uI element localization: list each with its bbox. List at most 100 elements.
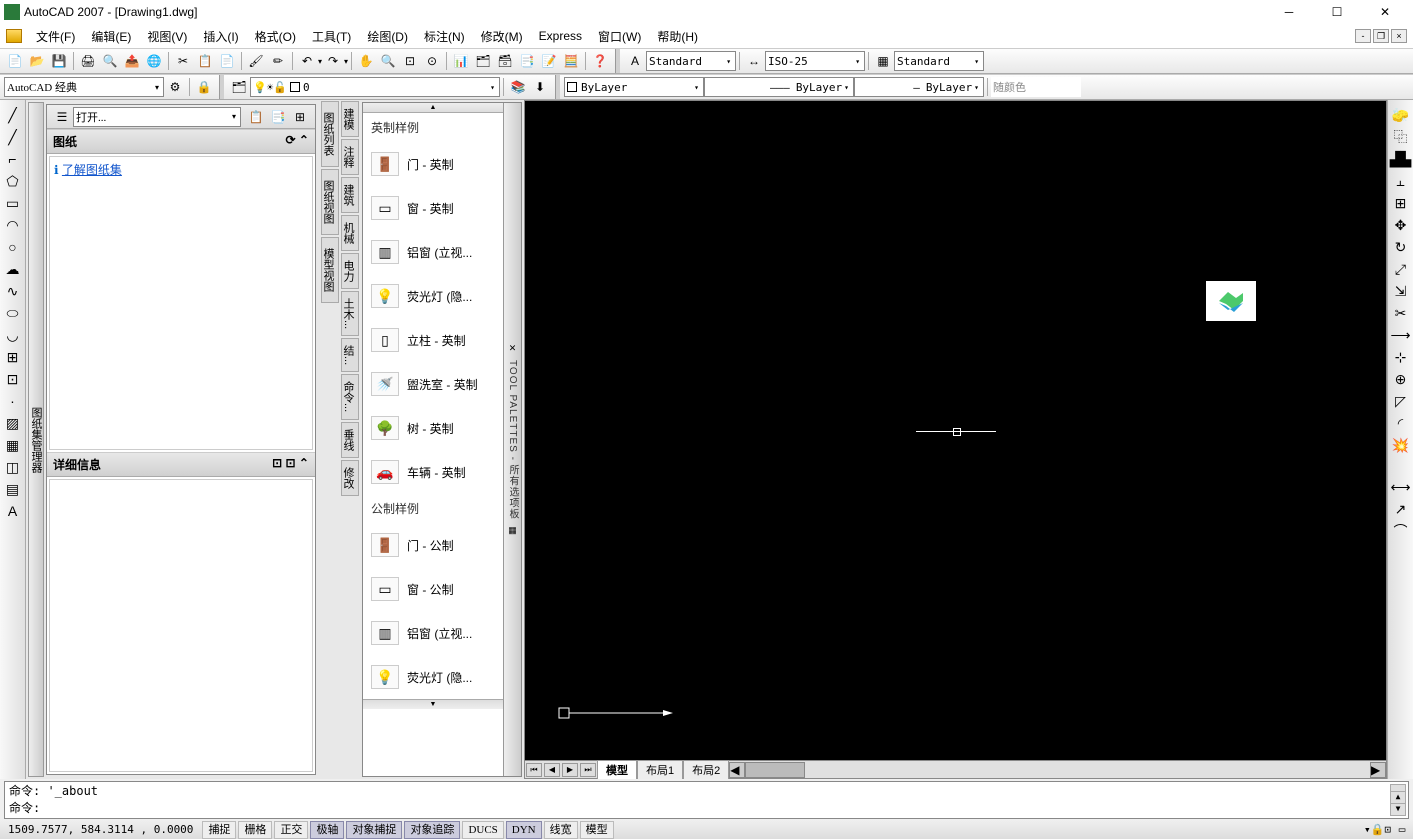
minimize-button[interactable]: ─ (1273, 2, 1305, 22)
hscroll-thumb[interactable] (745, 762, 805, 778)
dimstyle-combo[interactable]: ISO-25▾ (765, 51, 865, 71)
tp-scroll-up[interactable]: ▲ (363, 103, 503, 113)
palette-tab-9[interactable]: 修改 (341, 460, 359, 496)
palette-item[interactable]: 💡荧光灯 (隐... (363, 655, 503, 699)
match-button[interactable]: 🖌 (246, 51, 266, 71)
break-tool[interactable]: ⊹ (1391, 347, 1411, 367)
menu-format[interactable]: 格式(O) (247, 26, 304, 47)
zoom-prev-button[interactable]: ⊙ (422, 51, 442, 71)
copy-button[interactable]: 📋 (195, 51, 215, 71)
palette-item[interactable]: 🚪门 - 英制 (363, 142, 503, 186)
new-button[interactable]: 📄 (5, 51, 25, 71)
tablestyle-combo[interactable]: Standard▾ (894, 51, 984, 71)
region-tool[interactable]: ◫ (3, 457, 23, 477)
palette-tab-0[interactable]: 建模 (341, 101, 359, 137)
preview-button[interactable]: 🔍 (100, 51, 120, 71)
redo-button[interactable]: ↷ (323, 51, 343, 71)
workspace-combo[interactable]: AutoCAD 经典▾ (4, 77, 164, 97)
dimalgn-tool[interactable]: ↗ (1391, 499, 1411, 519)
undo-dropdown[interactable]: ▾ (318, 57, 322, 66)
ss-btn3[interactable]: ⊞ (290, 107, 310, 127)
menu-edit[interactable]: 编辑(E) (83, 26, 139, 47)
palette-tab-1[interactable]: 注释 (341, 139, 359, 175)
revcloud-tool[interactable]: ☁ (3, 259, 23, 279)
mtext-tool[interactable]: A (3, 501, 23, 521)
tab-model[interactable]: 模型 (597, 760, 637, 779)
status-annoscale[interactable]: ▾ (1364, 823, 1371, 836)
palette-tab-3[interactable]: 机械 (341, 215, 359, 251)
lineweight-combo[interactable]: —ByLayer▾ (854, 77, 984, 97)
command-line[interactable]: 命令: '_about 命令: ▲ ▼ (4, 781, 1409, 819)
status-cleanscreen[interactable]: ▭ (1392, 819, 1412, 839)
undo-button[interactable]: ↶ (297, 51, 317, 71)
join-tool[interactable]: ⊕ (1391, 369, 1411, 389)
blockedit-button[interactable]: ✏ (268, 51, 288, 71)
palette-item[interactable]: 🚪门 - 公制 (363, 523, 503, 567)
table-tool[interactable]: ▤ (3, 479, 23, 499)
status-toggle-栅格[interactable]: 栅格 (238, 821, 272, 839)
palette-item[interactable]: ▯立柱 - 英制 (363, 318, 503, 362)
sheetset-button[interactable]: 📑 (517, 51, 537, 71)
copy-tool[interactable]: ⿻ (1391, 127, 1411, 147)
palette-tab-4[interactable]: 电力 (341, 253, 359, 289)
erase-tool[interactable]: 🧽 (1391, 105, 1411, 125)
palette-item[interactable]: ▭窗 - 英制 (363, 186, 503, 230)
dimstyle-button[interactable]: ↔ (744, 51, 764, 71)
tp-handle[interactable]: ✕ TOOL PALETTES - 所有选项板 ▦ (503, 103, 521, 776)
palette-tab-2[interactable]: 建筑 (341, 177, 359, 213)
block-tool[interactable]: ⊡ (3, 369, 23, 389)
workspace-settings-button[interactable]: ⚙ (165, 77, 185, 97)
ss-open-combo[interactable]: 打开...▾ (73, 107, 241, 127)
layerstate-button[interactable]: ⬇ (530, 77, 550, 97)
calc-button[interactable]: 🧮 (561, 51, 581, 71)
menu-help[interactable]: 帮助(H) (649, 26, 706, 47)
publish-button[interactable]: 📤 (122, 51, 142, 71)
status-toggle-极轴[interactable]: 极轴 (310, 821, 344, 839)
mirror-tool[interactable]: ▟▙ (1391, 149, 1411, 169)
open-button[interactable]: 📂 (27, 51, 47, 71)
layer-combo[interactable]: 💡☀🔓 0▾ (250, 77, 500, 97)
palette-tab-7[interactable]: 命令... (341, 374, 359, 419)
status-toggle-线宽[interactable]: 线宽 (544, 821, 578, 839)
hatch-tool[interactable]: ▨ (3, 413, 23, 433)
trim-tool[interactable]: ✂ (1391, 303, 1411, 323)
folder-icon[interactable] (6, 29, 22, 43)
close-button[interactable]: ✕ (1369, 2, 1401, 22)
tab-last[interactable]: ⏭ (580, 763, 596, 777)
maximize-button[interactable]: ☐ (1321, 2, 1353, 22)
palette-item[interactable]: ▭窗 - 公制 (363, 567, 503, 611)
layerprev-button[interactable]: 📚 (508, 77, 528, 97)
ellipse-tool[interactable]: ⬭ (3, 303, 23, 323)
3ddwf-button[interactable]: 🌐 (144, 51, 164, 71)
explode-tool[interactable]: 💥 (1391, 435, 1411, 455)
mdi-close[interactable]: × (1391, 29, 1407, 43)
tab-layout1[interactable]: 布局1 (637, 760, 683, 779)
help-button[interactable]: ❓ (590, 51, 610, 71)
ss-picker-icon[interactable]: ☰ (52, 107, 72, 127)
menu-draw[interactable]: 绘图(D) (359, 26, 416, 47)
plot-button[interactable]: 🖨 (78, 51, 98, 71)
dimlin-tool[interactable]: ⟷ (1391, 477, 1411, 497)
cmd-scroll-down[interactable]: ▼ (1391, 803, 1405, 815)
cmd-scroll-up[interactable]: ▲ (1391, 791, 1405, 803)
zoom-rt-button[interactable]: 🔍 (378, 51, 398, 71)
offset-tool[interactable]: ⫠ (1391, 171, 1411, 191)
menu-tools[interactable]: 工具(T) (304, 26, 359, 47)
properties-button[interactable]: 📊 (451, 51, 471, 71)
tablestyle-button[interactable]: ▦ (873, 51, 893, 71)
ss-btn1[interactable]: 📋 (246, 107, 266, 127)
color-combo[interactable]: ByLayer▾ (564, 77, 704, 97)
palette-tab-6[interactable]: 结... (341, 338, 359, 372)
status-toggle-DUCS[interactable]: DUCS (462, 821, 503, 839)
palette-item[interactable]: 🚗车辆 - 英制 (363, 450, 503, 494)
drawing-canvas[interactable]: X (525, 101, 1386, 760)
toolpalette-button[interactable]: 🗃 (495, 51, 515, 71)
tab-prev[interactable]: ◀ (544, 763, 560, 777)
palette-item[interactable]: ▥铝窗 (立视... (363, 230, 503, 274)
save-button[interactable]: 💾 (49, 51, 69, 71)
mdi-minimize[interactable]: - (1355, 29, 1371, 43)
sheetset-tab-1[interactable]: 图纸视图 (321, 169, 339, 235)
redo-dropdown[interactable]: ▾ (344, 57, 348, 66)
palette-item[interactable]: 🌳树 - 英制 (363, 406, 503, 450)
tab-next[interactable]: ▶ (562, 763, 578, 777)
